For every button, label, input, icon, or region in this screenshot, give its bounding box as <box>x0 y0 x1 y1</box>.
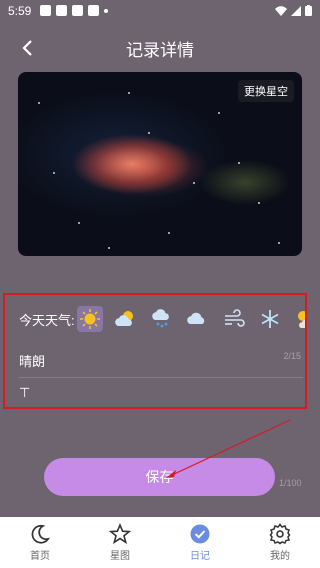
app-icon <box>72 5 83 16</box>
page-title: 记录详情 <box>126 41 194 60</box>
tab-profile[interactable]: 我的 <box>240 517 320 568</box>
system-icons <box>275 5 312 16</box>
rain-icon[interactable] <box>149 306 175 332</box>
partly-cloudy-icon[interactable] <box>113 306 139 332</box>
content-input-cursor[interactable]: ⊤ <box>19 385 30 401</box>
snow-icon[interactable] <box>257 306 283 332</box>
weather-label: 今天天气: <box>19 312 75 328</box>
check-badge-icon <box>190 524 210 544</box>
signal-icon <box>291 5 301 16</box>
wifi-icon <box>275 5 287 16</box>
wind-icon[interactable] <box>221 306 247 332</box>
notification-icon <box>40 5 51 16</box>
app-icon <box>88 5 99 16</box>
change-sky-button[interactable]: 更换星空 <box>238 80 294 102</box>
cloudy-icon[interactable] <box>185 306 211 332</box>
status-bar: 5:59 <box>0 0 320 24</box>
tab-star-map[interactable]: 星图 <box>80 517 160 568</box>
image-icon <box>56 5 67 16</box>
dot-icon <box>104 8 108 13</box>
moon-icon <box>31 524 50 544</box>
tab-label: 我的 <box>270 551 290 562</box>
weather-row: 今天天气: <box>19 306 305 332</box>
weather-condition-field[interactable]: 晴朗 2/15 <box>19 345 303 378</box>
star-icon <box>109 523 131 545</box>
tab-diary[interactable]: 日记 <box>160 517 240 568</box>
save-button[interactable]: 保存 <box>44 458 275 496</box>
tab-label: 首页 <box>30 551 50 562</box>
weather-icon-list <box>77 306 305 332</box>
notification-icons <box>40 5 108 16</box>
header: 记录详情 <box>0 32 320 62</box>
content-char-counter: 1/100 <box>279 478 302 488</box>
tab-label: 日记 <box>190 551 210 562</box>
weather-section: 今天天气: 晴朗 2/15 ⊤ <box>3 293 307 409</box>
sunny-icon[interactable] <box>77 306 103 332</box>
bottom-tab-bar: 首页 星图 日记 我的 <box>0 517 320 568</box>
condition-char-counter: 2/15 <box>283 351 301 361</box>
tab-home[interactable]: 首页 <box>0 517 80 568</box>
gear-icon <box>269 523 291 545</box>
sun-cloud-icon[interactable] <box>293 306 305 332</box>
weather-condition-input[interactable]: 晴朗 <box>19 351 45 370</box>
starry-sky-image: 更换星空 <box>18 72 302 256</box>
tab-label: 星图 <box>110 551 130 562</box>
battery-icon <box>305 5 312 16</box>
status-time: 5:59 <box>8 4 32 18</box>
